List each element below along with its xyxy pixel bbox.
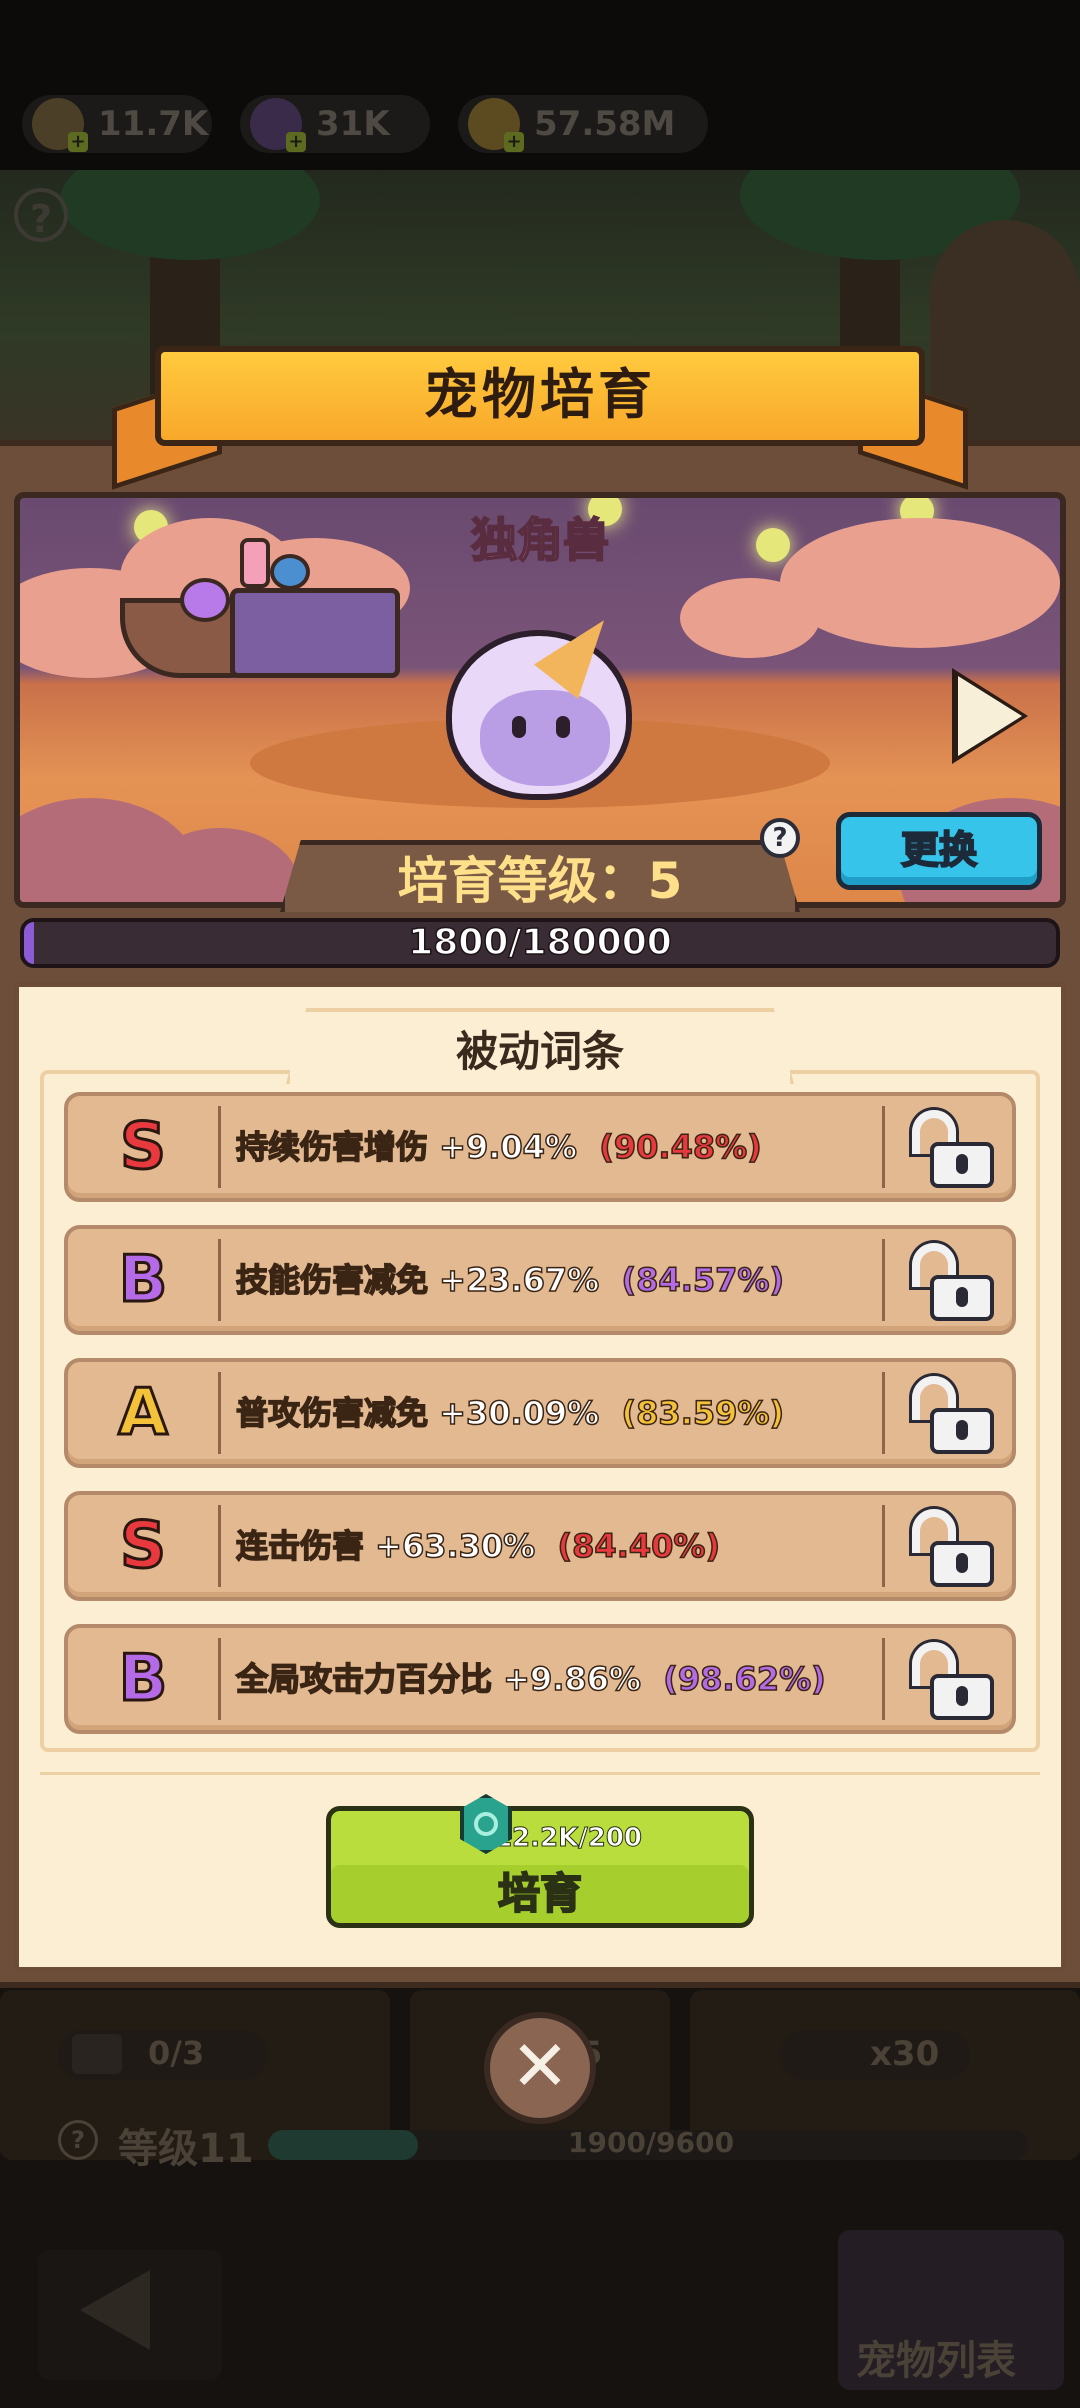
passive-row: S 连击伤害 +63.30% (84.40%) xyxy=(64,1491,1016,1601)
unlock-icon[interactable] xyxy=(908,1110,994,1188)
egg-currency: + 11.7K xyxy=(22,95,212,153)
passive-text: 持续伤害增伤 +9.04% xyxy=(235,1127,577,1167)
grade-badge: B xyxy=(117,1641,169,1718)
passive-row: S 持续伤害增伤 +9.04% (90.48%) xyxy=(64,1092,1016,1202)
potion-currency: + 31K xyxy=(240,95,430,153)
unlock-icon[interactable] xyxy=(908,1642,994,1720)
dialog-banner: 宠物培育 xyxy=(155,346,925,446)
passive-description: 技能伤害减免 +23.67% (84.57%) xyxy=(235,1229,785,1331)
swap-button[interactable]: 更换 xyxy=(836,812,1042,890)
passive-text: 连击伤害 +63.30% xyxy=(235,1526,536,1566)
currency-value: 57.58M xyxy=(534,104,676,144)
progress-text: 1800/180000 xyxy=(407,921,672,964)
passive-percentile: (98.62%) xyxy=(663,1659,827,1699)
exp-fill xyxy=(268,2130,418,2160)
video-icon xyxy=(72,2034,122,2074)
close-icon: ✕ xyxy=(510,2025,570,2107)
pet-list-label: 宠物列表 xyxy=(856,2338,1016,2384)
grade-badge: S xyxy=(118,1109,167,1186)
egg-currency-icon: + xyxy=(32,98,88,152)
passive-row: A 普攻伤害减免 +30.09% (83.59%) xyxy=(64,1358,1016,1468)
potion-currency-icon: + xyxy=(250,98,306,152)
breed-level-plate: 培育等级：5 xyxy=(280,840,800,912)
level-help-icon[interactable]: ? xyxy=(58,2120,98,2160)
gold-currency: + 57.58M xyxy=(458,95,708,153)
passives-tab: 被动词条 xyxy=(286,1008,794,1084)
passive-percentile: (83.59%) xyxy=(621,1393,785,1433)
passive-text: 全局攻击力百分比 +9.86% xyxy=(235,1659,641,1699)
divider xyxy=(40,1772,1040,1775)
unlock-icon[interactable] xyxy=(908,1243,994,1321)
passive-text: 技能伤害减免 +23.67% xyxy=(235,1260,600,1300)
close-button[interactable]: ✕ xyxy=(484,2012,596,2124)
unlock-icon[interactable] xyxy=(908,1376,994,1454)
exp-text: 1900/9600 xyxy=(568,2126,735,2159)
egg-count: x30 xyxy=(870,2034,940,2074)
gem-swirl xyxy=(474,1812,498,1836)
breed-label: 培育 xyxy=(497,1868,583,1919)
pet-name: 独角兽 xyxy=(470,512,610,568)
grade-badge: B xyxy=(117,1242,169,1319)
breed-cost: 12.2K/200 xyxy=(331,1811,749,1865)
passive-row: B 全局攻击力百分比 +9.86% (98.62%) xyxy=(64,1624,1016,1734)
currency-value: 11.7K xyxy=(98,104,209,144)
passive-description: 全局攻击力百分比 +9.86% (98.62%) xyxy=(235,1628,827,1730)
pet-eye xyxy=(512,716,526,738)
level-help-icon[interactable]: ? xyxy=(760,818,800,858)
passive-percentile: (84.40%) xyxy=(557,1526,721,1566)
unlock-icon[interactable] xyxy=(908,1509,994,1587)
passive-percentile: (90.48%) xyxy=(599,1127,763,1167)
grade-badge: S xyxy=(118,1508,167,1585)
passive-percentile: (84.57%) xyxy=(621,1260,785,1300)
video-counter-text: 0/3 xyxy=(148,2034,205,2072)
currency-value: 31K xyxy=(316,104,390,144)
passives-title: 被动词条 xyxy=(455,1027,624,1076)
help-icon[interactable]: ? xyxy=(14,188,68,242)
next-arrow-icon xyxy=(958,676,1022,756)
gold-key-icon: + xyxy=(468,98,524,152)
pet-face xyxy=(480,690,610,786)
player-level: 等级11 xyxy=(118,2126,254,2172)
passive-row: B 技能伤害减免 +23.67% (84.57%) xyxy=(64,1225,1016,1335)
passive-description: 持续伤害增伤 +9.04% (90.48%) xyxy=(235,1096,763,1198)
breed-cost-text: 12.2K/200 xyxy=(493,1823,643,1854)
breed-level: 培育等级：5 xyxy=(397,852,683,910)
passive-description: 连击伤害 +63.30% (84.40%) xyxy=(235,1495,721,1597)
grade-badge: A xyxy=(117,1375,170,1452)
breed-button[interactable]: 12.2K/200 培育 xyxy=(326,1806,754,1928)
passive-description: 普攻伤害减免 +30.09% (83.59%) xyxy=(235,1362,785,1464)
passive-text: 普攻伤害减免 +30.09% xyxy=(235,1393,600,1433)
dialog-title: 宠物培育 xyxy=(424,363,656,426)
back-arrow-icon xyxy=(80,2270,150,2350)
pet-eye xyxy=(556,716,570,738)
